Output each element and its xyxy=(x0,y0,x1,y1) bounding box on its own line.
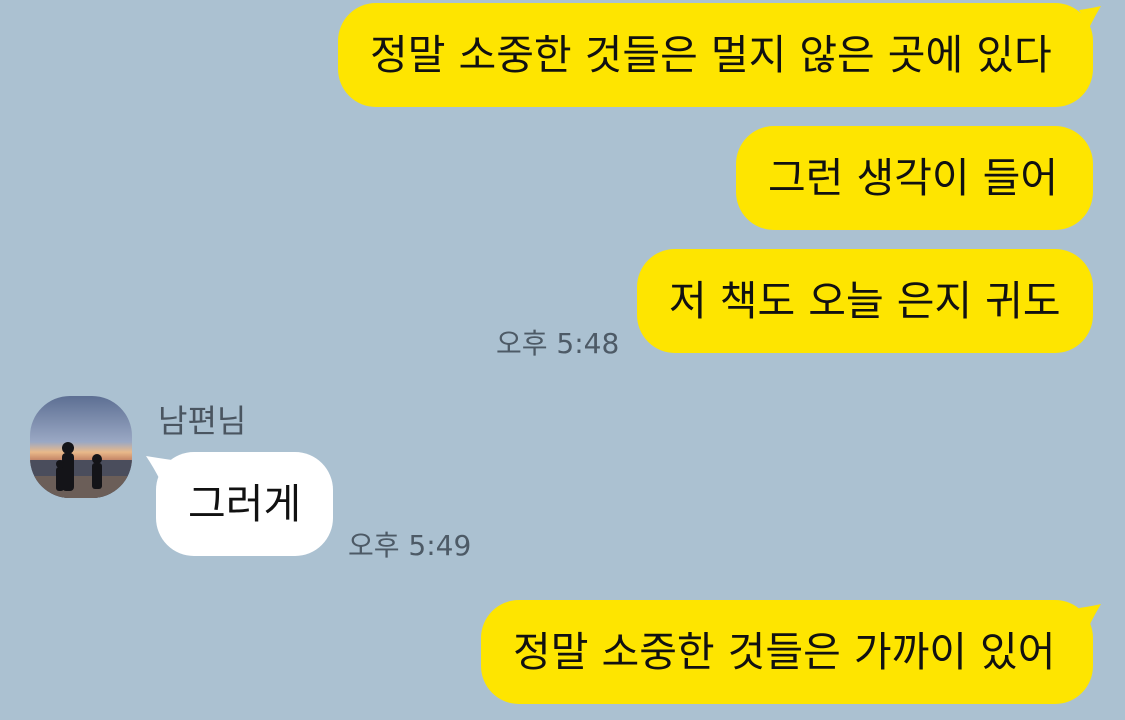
my-message-bubble[interactable]: 정말 소중한 것들은 가까이 있어 xyxy=(481,600,1093,704)
message-text: 저 책도 오늘 은지 귀도 xyxy=(669,277,1061,325)
chat-room: 정말 소중한 것들은 멀지 않은 곳에 있다 그런 생각이 들어 저 책도 오늘… xyxy=(0,0,1125,720)
avatar-photo-icon xyxy=(30,396,132,498)
message-text: 그러게 xyxy=(188,480,302,528)
profile-avatar[interactable] xyxy=(30,396,132,498)
message-text: 정말 소중한 것들은 멀지 않은 곳에 있다 xyxy=(370,31,1052,79)
sender-name: 남편님 xyxy=(158,402,247,440)
message-timestamp: 오후 5:49 xyxy=(348,529,472,562)
other-message-bubble[interactable]: 그러게 xyxy=(156,452,333,556)
message-timestamp: 오후 5:48 xyxy=(496,327,620,360)
my-message-bubble[interactable]: 정말 소중한 것들은 멀지 않은 곳에 있다 xyxy=(338,3,1093,107)
my-message-bubble[interactable]: 그런 생각이 들어 xyxy=(736,126,1093,230)
message-text: 그런 생각이 들어 xyxy=(768,154,1059,202)
message-text: 정말 소중한 것들은 가까이 있어 xyxy=(513,628,1056,676)
my-message-bubble[interactable]: 저 책도 오늘 은지 귀도 xyxy=(637,249,1093,353)
